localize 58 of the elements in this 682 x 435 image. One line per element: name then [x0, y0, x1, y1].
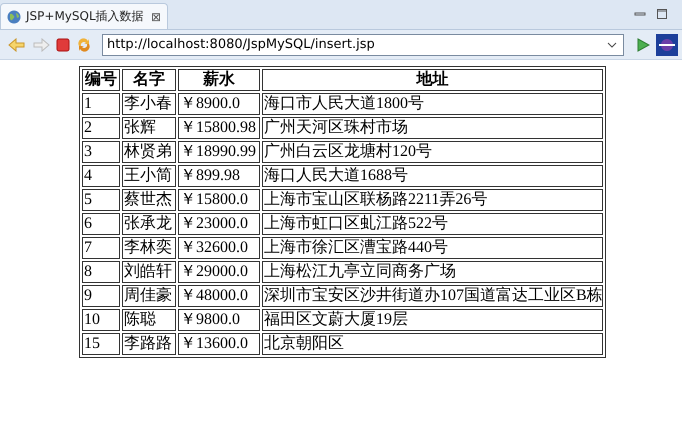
table-cell: 2: [82, 117, 120, 139]
table-cell: 9: [82, 285, 120, 307]
table-cell: 蔡世杰: [122, 189, 176, 211]
table-cell: 5: [82, 189, 120, 211]
table-cell: 海口市人民大道1800号: [262, 93, 603, 115]
table-cell: ￥15800.98: [178, 117, 260, 139]
table-cell: ￥32600.0: [178, 237, 260, 259]
table-cell: 7: [82, 237, 120, 259]
tab-title: JSP+MySQL插入数据: [26, 8, 145, 25]
table-cell: 上海市徐汇区漕宝路440号: [262, 237, 603, 259]
table-cell: ￥8900.0: [178, 93, 260, 115]
table-cell: ￥48000.0: [178, 285, 260, 307]
close-tab-button[interactable]: ⊠: [150, 10, 161, 24]
table-cell: 李林奕: [122, 237, 176, 259]
table-cell: 张承龙: [122, 213, 176, 235]
table-cell: ￥899.98: [178, 165, 260, 187]
column-header: 地址: [262, 69, 603, 91]
eclipse-logo-icon[interactable]: [656, 34, 678, 56]
go-icon[interactable]: [636, 38, 650, 52]
table-cell: 3: [82, 141, 120, 163]
table-cell: 北京朝阳区: [262, 333, 603, 355]
table-cell: 上海市宝山区联杨路2211弄26号: [262, 189, 603, 211]
table-cell: 福田区文蔚大厦19层: [262, 309, 603, 331]
table-cell: ￥23000.0: [178, 213, 260, 235]
table-cell: 上海市虹口区虬江路522号: [262, 213, 603, 235]
column-header: 名字: [122, 69, 176, 91]
stop-icon[interactable]: [56, 38, 70, 52]
table-cell: 6: [82, 213, 120, 235]
column-header: 编号: [82, 69, 120, 91]
table-cell: 深圳市宝安区沙井街道办107国道富达工业区B栋: [262, 285, 603, 307]
table-cell: 刘皓轩: [122, 261, 176, 283]
table-cell: 张辉: [122, 117, 176, 139]
table-cell: ￥18990.99: [178, 141, 260, 163]
table-cell: 广州白云区龙塘村120号: [262, 141, 603, 163]
table-cell: 海口人民大道1688号: [262, 165, 603, 187]
table-cell: 1: [82, 93, 120, 115]
table-cell: 林贤弟: [122, 141, 176, 163]
globe-icon: [7, 10, 21, 24]
table-cell: ￥15800.0: [178, 189, 260, 211]
maximize-icon[interactable]: [656, 8, 668, 20]
dropdown-caret-icon[interactable]: [607, 42, 617, 48]
table-cell: 15: [82, 333, 120, 355]
table-cell: 李小春: [122, 93, 176, 115]
table-cell: ￥29000.0: [178, 261, 260, 283]
table-cell: ￥9800.0: [178, 309, 260, 331]
table-cell: 8: [82, 261, 120, 283]
table-cell: 李路路: [122, 333, 176, 355]
table-cell: ￥13600.0: [178, 333, 260, 355]
table-cell: 广州天河区珠村市场: [262, 117, 603, 139]
column-header: 薪水: [178, 69, 260, 91]
browser-tab[interactable]: JSP+MySQL插入数据 ⊠: [0, 3, 168, 29]
table-cell: 王小简: [122, 165, 176, 187]
table-cell: 10: [82, 309, 120, 331]
url-field[interactable]: http://localhost:8080/JspMySQL/insert.jsp: [102, 34, 624, 56]
table-cell: 上海松江九亭立同商务广场: [262, 261, 603, 283]
table-cell: 4: [82, 165, 120, 187]
table-cell: 周佳豪: [122, 285, 176, 307]
table-cell: 陈聪: [122, 309, 176, 331]
